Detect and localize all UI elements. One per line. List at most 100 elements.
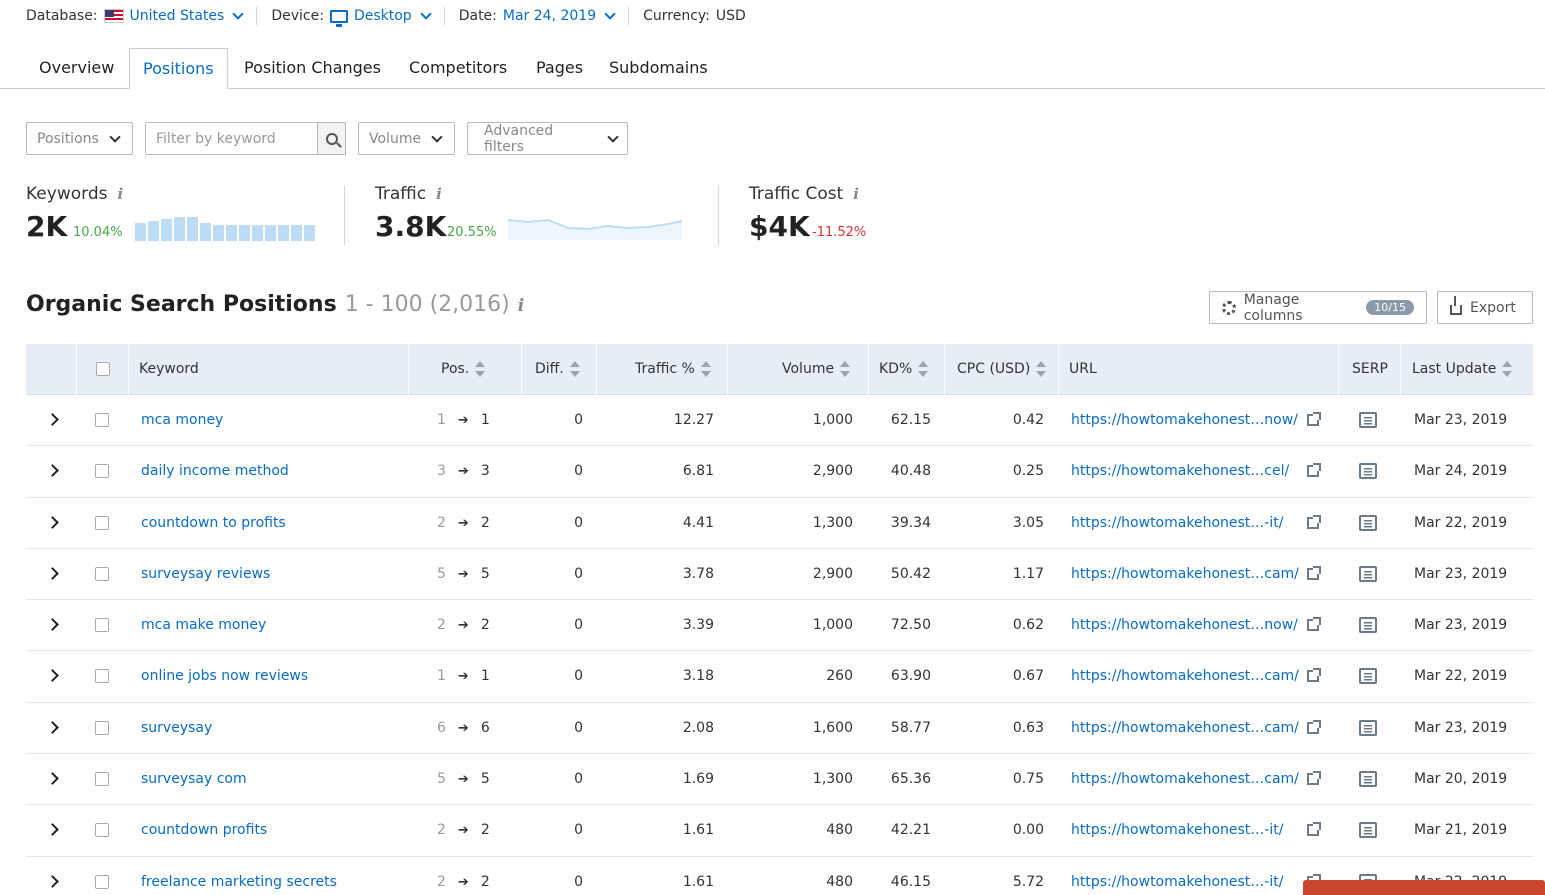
external-link-icon[interactable] (1307, 514, 1321, 529)
search-button[interactable] (317, 122, 346, 155)
tab-positions[interactable]: Positions (129, 48, 228, 89)
header-kd[interactable]: KD% (868, 343, 944, 395)
advanced-filters-dropdown[interactable]: Advanced filters (467, 122, 628, 155)
serp-icon[interactable] (1359, 719, 1377, 736)
external-link-icon[interactable] (1307, 771, 1321, 786)
keyword-link[interactable]: daily income method (141, 446, 289, 497)
select-all-checkbox[interactable] (96, 361, 110, 376)
external-link-icon[interactable] (1307, 822, 1321, 837)
serp-icon[interactable] (1359, 514, 1377, 531)
last-update-date: Mar 23, 2019 (1414, 719, 1508, 736)
row-checkbox[interactable] (95, 566, 109, 581)
keyword-link[interactable]: surveysay reviews (141, 549, 270, 600)
serp-icon[interactable] (1359, 617, 1377, 634)
info-icon[interactable]: i (436, 185, 442, 203)
expand-row-icon[interactable] (46, 720, 59, 734)
expand-row-icon[interactable] (46, 772, 59, 785)
row-checkbox[interactable] (95, 464, 109, 479)
header-last-update[interactable]: Last Update (1400, 343, 1533, 395)
expand-row-icon[interactable] (46, 464, 59, 478)
row-checkbox[interactable] (95, 669, 109, 684)
tab-position-changes[interactable]: Position Changes (231, 48, 394, 89)
gear-icon (1222, 300, 1236, 315)
external-link-icon[interactable] (1307, 719, 1321, 734)
keyword-link[interactable]: surveysay com (141, 754, 247, 805)
keyword-link[interactable]: mca make money (141, 600, 266, 651)
last-update-date: Mar 20, 2019 (1414, 771, 1508, 788)
row-checkbox[interactable] (95, 720, 109, 735)
position-diff: 0 (574, 617, 583, 634)
url-link[interactable]: https://howtomakehonest…-it/ (1071, 498, 1283, 549)
header-pos[interactable]: Pos. (408, 343, 521, 395)
keyword-link[interactable]: surveysay (141, 703, 212, 754)
url-link[interactable]: https://howtomakehonest…cel/ (1071, 446, 1289, 497)
keyword-filter-input[interactable] (145, 122, 317, 155)
help-widget[interactable] (1303, 880, 1545, 895)
manage-columns-button[interactable]: Manage columns 10/15 (1209, 291, 1427, 324)
external-link-icon[interactable] (1307, 463, 1321, 478)
external-link-icon[interactable] (1307, 668, 1321, 683)
header-diff[interactable]: Diff. (521, 343, 596, 395)
keyword-link[interactable]: mca money (141, 395, 223, 446)
serp-icon[interactable] (1359, 463, 1377, 480)
url-link[interactable]: https://howtomakehonest…-it/ (1071, 805, 1283, 856)
last-update-date: Mar 24, 2019 (1414, 463, 1508, 480)
keyword-link[interactable]: countdown profits (141, 805, 267, 856)
header-volume[interactable]: Volume (727, 343, 868, 395)
expand-row-icon[interactable] (46, 567, 59, 580)
url-link[interactable]: https://howtomakehonest…cam/ (1071, 703, 1299, 754)
traffic-percent: 3.78 (682, 565, 714, 582)
url-link[interactable]: https://howtomakehonest…cam/ (1071, 651, 1299, 702)
url-link[interactable]: https://howtomakehonest…cam/ (1071, 754, 1299, 805)
external-link-icon[interactable] (1307, 617, 1321, 632)
keyword-link[interactable]: freelance marketing secrets (141, 857, 337, 895)
url-link[interactable]: https://howtomakehonest…-it/ (1071, 857, 1283, 895)
row-checkbox[interactable] (95, 413, 109, 427)
database-dropdown[interactable]: United States (103, 8, 245, 24)
serp-icon[interactable] (1359, 565, 1377, 582)
manage-columns-label: Manage columns (1243, 291, 1303, 324)
expand-row-icon[interactable] (46, 874, 59, 888)
device-dropdown[interactable]: Desktop (329, 8, 432, 27)
last-update-date: Mar 22, 2019 (1414, 514, 1508, 531)
expand-row-icon[interactable] (46, 515, 59, 529)
keyword-link[interactable]: countdown to profits (141, 498, 286, 549)
url-link[interactable]: https://howtomakehonest…cam/ (1071, 549, 1299, 600)
tab-overview[interactable]: Overview (26, 48, 127, 89)
row-checkbox[interactable] (95, 874, 109, 889)
external-link-icon[interactable] (1307, 565, 1321, 580)
external-link-icon[interactable] (1307, 412, 1321, 426)
positions-filter-dropdown[interactable]: Positions (26, 122, 133, 155)
cpc-value: 5.72 (1012, 873, 1044, 890)
url-link[interactable]: https://howtomakehonest…now/ (1071, 600, 1298, 651)
tab-subdomains[interactable]: Subdomains (596, 48, 721, 89)
header-cpc[interactable]: CPC (USD) (944, 343, 1058, 395)
traffic-change: 20.55% (447, 225, 497, 240)
info-icon[interactable]: i (853, 185, 859, 203)
row-checkbox[interactable] (95, 772, 109, 787)
date-dropdown[interactable]: Mar 24, 2019 (503, 8, 616, 24)
header-keyword[interactable]: Keyword (128, 343, 408, 395)
serp-icon[interactable] (1359, 822, 1377, 839)
search-volume: 480 (826, 873, 853, 890)
tab-competitors[interactable]: Competitors (396, 48, 520, 89)
tab-pages[interactable]: Pages (523, 48, 596, 89)
serp-icon[interactable] (1359, 412, 1377, 428)
serp-icon[interactable] (1359, 771, 1377, 788)
row-checkbox[interactable] (95, 515, 109, 530)
row-checkbox[interactable] (95, 618, 109, 633)
expand-row-icon[interactable] (46, 413, 59, 426)
row-checkbox[interactable] (95, 823, 109, 838)
keyword-link[interactable]: online jobs now reviews (141, 651, 308, 702)
expand-row-icon[interactable] (46, 669, 59, 683)
expand-row-icon[interactable] (46, 823, 59, 837)
date-label: Date: (458, 8, 497, 24)
info-icon[interactable]: i (518, 296, 524, 316)
expand-row-icon[interactable] (46, 618, 59, 632)
header-traffic[interactable]: Traffic % (596, 343, 727, 395)
info-icon[interactable]: i (117, 185, 123, 203)
export-button[interactable]: Export (1437, 291, 1533, 324)
url-link[interactable]: https://howtomakehonest…now/ (1071, 395, 1298, 446)
serp-icon[interactable] (1359, 668, 1377, 685)
volume-filter-dropdown[interactable]: Volume (358, 122, 455, 155)
